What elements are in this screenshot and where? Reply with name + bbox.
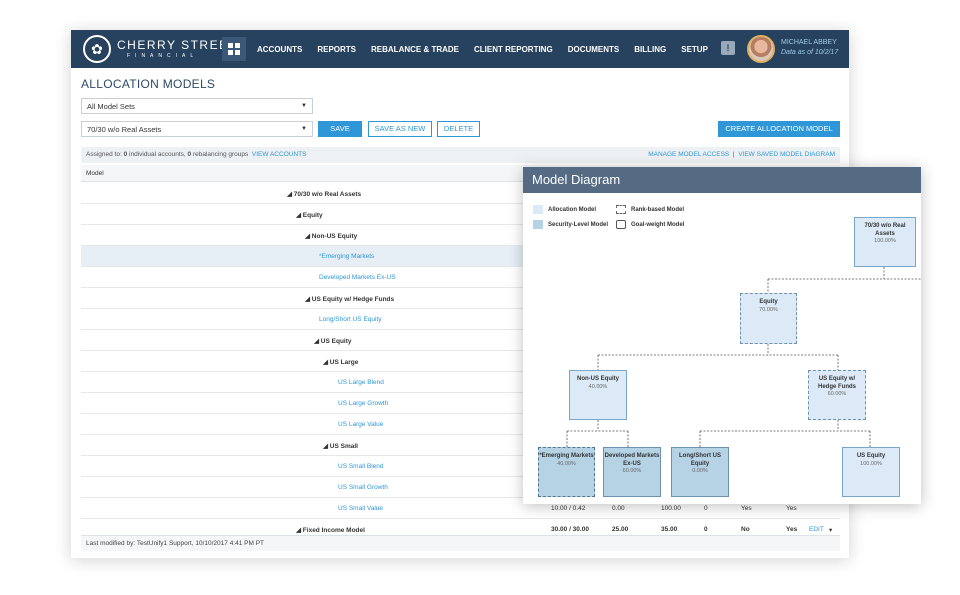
node-pct: 60.00% [622,468,642,474]
row-label: ◢ Non-US Equity [305,233,358,240]
row-label[interactable]: US Small Value [338,505,383,512]
user-info[interactable]: MICHAEL ABBEY Data as of 10/2/17 [781,38,838,58]
row-label[interactable]: US Small Blend [338,463,384,470]
row-label[interactable]: US Large Growth [338,400,388,407]
nav-client-reporting[interactable]: CLIENT REPORTING [474,45,553,54]
assign-suffix: rebalancing groups [191,151,249,158]
node-name: US Equity w/ Hedge Funds [817,376,856,390]
row-label[interactable]: *Emerging Markets [319,253,374,260]
node-developed-markets[interactable]: Developed Markets Ex-US 60.00% [603,447,661,497]
row-value: 0.00 [612,505,625,512]
node-name: 70/30 w/o Real Assets [864,223,906,237]
nav-billing[interactable]: BILLING [634,45,666,54]
row-label[interactable]: US Large Value [338,421,383,428]
node-pct: 60.00% [827,391,847,397]
node-70-30-root[interactable]: 70/30 w/o Real Assets 100.00% [854,217,916,267]
node-name: Developed Markets Ex-US [604,453,660,467]
node-equity[interactable]: Equity 70.00% [740,293,797,344]
avatar[interactable] [747,35,775,63]
assign-prefix: Assigned to: [86,151,124,158]
node-pct: 40.00% [588,383,608,390]
edit-link[interactable]: EDIT [809,526,824,533]
link-separator: | [732,151,735,158]
view-saved-diagram-link[interactable]: VIEW SAVED MODEL DIAGRAM [738,151,835,158]
node-pct: 0.00% [692,468,708,474]
row-value: No [741,526,750,533]
row-label: ◢ Equity [296,212,323,219]
nav-accounts[interactable]: ACCOUNTS [257,45,302,54]
grid-icon [228,43,240,55]
row-label: ◢ US Equity w/ Hedge Funds [305,296,395,303]
node-pct: 70.00% [759,306,778,313]
row-label[interactable]: US Large Blend [338,379,384,386]
node-name: Long/Short US Equity [679,453,721,467]
chevron-down-icon[interactable]: ▾ [829,526,832,534]
node-us-equity[interactable]: US Equity 100.00% [842,447,900,497]
node-name: Non-US Equity [577,376,619,382]
save-button[interactable]: SAVE [318,121,362,137]
row-value: Yes [786,526,798,533]
row-value: 30.00 / 30.00 [551,526,589,533]
row-value: 35.00 [661,526,678,533]
row-value: 10.00 / 0.42 [551,505,586,512]
nav-rebalance-trade[interactable]: REBALANCE & TRADE [371,45,459,54]
view-accounts-link[interactable]: VIEW ACCOUNTS [252,151,307,158]
notification-icon[interactable]: ! [721,41,735,55]
row-value: Yes [786,505,797,512]
row-label: ◢ US Large [323,359,359,366]
row-label: ◢ US Equity [314,338,352,345]
node-pct: 40.00% [557,460,576,467]
node-pct: 100.00% [860,460,882,467]
row-value: 0 [704,505,708,512]
row-value: 100.00 [661,505,681,512]
logo-name: CHERRY STREET [117,38,238,52]
row-value: 0 [704,526,708,533]
node-pct: 100.00% [874,238,896,244]
model-select[interactable]: 70/30 w/o Real Assets ▼ [81,121,313,137]
nav-documents[interactable]: DOCUMENTS [568,45,620,54]
create-allocation-model-button[interactable]: CREATE ALLOCATION MODEL [718,121,840,137]
nav-setup[interactable]: SETUP [681,45,708,54]
model-value: 70/30 w/o Real Assets [87,125,162,134]
logo-subtitle: FINANCIAL [127,53,199,59]
app-grid-button[interactable] [222,37,246,61]
flower-logo-icon: ✿ [83,35,111,63]
main-nav: ACCOUNTS REPORTS REBALANCE & TRADE CLIEN… [257,30,723,68]
delete-button[interactable]: DELETE [437,121,480,137]
save-as-new-button[interactable]: SAVE AS NEW [368,121,432,137]
row-label[interactable]: Long/Short US Equity [319,316,382,323]
chevron-down-icon: ▼ [301,126,307,132]
assign-mid: individual accounts, [127,151,188,158]
page-title: ALLOCATION MODELS [81,77,216,91]
model-set-value: All Model Sets [87,102,135,111]
node-non-us-equity[interactable]: Non-US Equity 40.00% [569,370,627,420]
row-label[interactable]: US Small Growth [338,484,388,491]
node-long-short-us-equity[interactable]: Long/Short US Equity 0.00% [671,447,729,497]
manage-model-access-link[interactable]: MANAGE MODEL ACCESS [648,151,729,158]
row-value: Yes [741,505,752,512]
nav-reports[interactable]: REPORTS [317,45,356,54]
row-label: ◢ Fixed Income Model [296,527,365,534]
row-label: ◢ US Small [323,443,358,450]
model-diagram-panel: Model Diagram Allocation Model Rank-base… [523,167,921,504]
top-nav-bar: ✿ CHERRY STREET FINANCIAL ACCOUNTS REPOR… [71,30,849,68]
row-label: ◢ 70/30 w/o Real Assets [287,191,362,198]
data-as-of: Data as of 10/2/17 [781,49,839,56]
model-set-select[interactable]: All Model Sets ▼ [81,98,313,114]
node-name: *Emerging Markets [539,453,594,459]
node-name: Equity [759,299,778,305]
node-emerging-markets[interactable]: *Emerging Markets 40.00% [538,447,595,497]
chevron-down-icon: ▼ [301,103,307,109]
row-label[interactable]: Developed Markets Ex-US [319,274,396,281]
column-model[interactable]: Model [86,170,104,177]
node-us-equity-hedge[interactable]: US Equity w/ Hedge Funds 60.00% [808,370,866,420]
last-modified: Last modified by: TestUnify1 Support, 10… [81,535,840,551]
logo[interactable]: ✿ CHERRY STREET FINANCIAL [83,35,237,63]
row-value: 25.00 [612,526,629,533]
assignment-bar: Assigned to: 0 individual accounts, 0 re… [81,147,840,163]
user-name: MICHAEL ABBEY [781,39,837,46]
node-name: US Equity [856,453,886,459]
